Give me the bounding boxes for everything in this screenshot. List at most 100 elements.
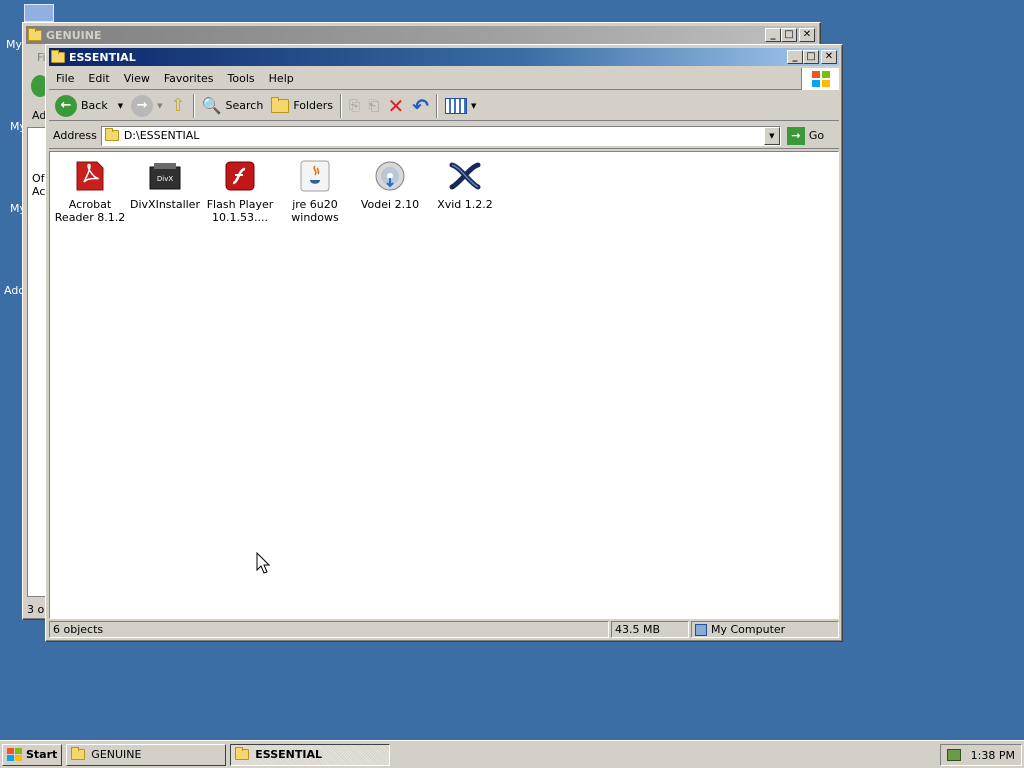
- search-label: Search: [225, 99, 264, 112]
- task-genuine[interactable]: GENUINE: [66, 743, 227, 766]
- go-button[interactable]: → Go: [786, 126, 825, 145]
- file-item-xvid[interactable]: Xvid 1.2.2: [427, 160, 503, 211]
- forward-button[interactable]: → ▼: [127, 93, 166, 119]
- up-folder-icon: ⇧: [170, 95, 186, 116]
- task-essential-label: ESSENTIAL: [255, 748, 323, 761]
- windows-flag-icon: [7, 747, 22, 761]
- status-location: My Computer: [691, 621, 839, 638]
- address-field[interactable]: D:\ESSENTIAL ▼: [100, 125, 781, 146]
- folders-icon: [271, 96, 290, 113]
- flash-icon: [223, 160, 257, 192]
- back-label: Back: [81, 99, 108, 112]
- copy-to-button[interactable]: ⎗: [364, 93, 383, 119]
- vodei-icon: [373, 160, 407, 192]
- start-button[interactable]: Start: [2, 743, 63, 766]
- start-label: Start: [26, 748, 58, 761]
- back-dropdown-icon[interactable]: ▼: [118, 102, 123, 110]
- folder-icon: [71, 747, 86, 760]
- essential-window[interactable]: ESSENTIAL _ □ ✕ File Edit View Favorites…: [45, 44, 843, 642]
- menu-bar: File Edit View Favorites Tools Help: [49, 68, 839, 90]
- search-button[interactable]: 🔍 Search: [198, 93, 268, 119]
- address-label: Address: [53, 129, 97, 142]
- java-icon: [298, 160, 332, 192]
- essential-titlebar[interactable]: ESSENTIAL _ □ ✕: [49, 48, 839, 66]
- views-dropdown-icon: ▼: [470, 101, 477, 110]
- file-item-vodei[interactable]: Vodei 2.10: [352, 160, 428, 211]
- undo-icon: ↶: [412, 93, 429, 118]
- status-size: 43.5 MB: [611, 621, 689, 638]
- delete-button[interactable]: ✕: [383, 93, 408, 119]
- taskbar: Start GENUINE ESSENTIAL 1:38 PM: [0, 740, 1024, 768]
- menu-file[interactable]: File: [49, 70, 81, 87]
- status-location-label: My Computer: [711, 623, 786, 636]
- genuine-item-peek-1: Of: [32, 172, 45, 185]
- back-arrow-icon: ←: [55, 94, 77, 117]
- menu-help[interactable]: Help: [262, 70, 301, 87]
- file-item-acrobat[interactable]: Acrobat Reader 8.1.2: [52, 160, 128, 224]
- my-computer-icon: [695, 623, 707, 636]
- move-to-button[interactable]: ⎘: [345, 93, 364, 119]
- back-button[interactable]: ← Back ▼: [51, 93, 127, 119]
- views-button[interactable]: ▼: [441, 93, 480, 119]
- close-button[interactable]: ✕: [821, 50, 837, 64]
- folders-button[interactable]: Folders: [267, 93, 337, 119]
- toolbar: ← Back ▼ → ▼ ⇧ 🔍 Search Folders ⎘ ⎗ ✕ ↶ …: [49, 91, 839, 121]
- desktop-icon-top[interactable]: [24, 4, 54, 22]
- maximize-button[interactable]: □: [781, 28, 797, 42]
- task-essential[interactable]: ESSENTIAL: [230, 743, 391, 766]
- file-list[interactable]: Acrobat Reader 8.1.2 DivX DivXInstaller …: [49, 151, 839, 619]
- clock[interactable]: 1:38 PM: [971, 749, 1015, 762]
- desktop-label-1[interactable]: My: [6, 38, 22, 51]
- file-label: Xvid 1.2.2: [437, 198, 493, 211]
- network-icon[interactable]: [947, 749, 961, 761]
- separator: [435, 93, 438, 118]
- file-item-divx[interactable]: DivX DivXInstaller: [127, 160, 203, 211]
- mouse-cursor-icon: [256, 552, 270, 574]
- system-tray: 1:38 PM: [940, 744, 1022, 766]
- up-folder-button[interactable]: ⇧: [167, 93, 190, 119]
- undo-button[interactable]: ↶: [408, 93, 433, 119]
- menu-favorites[interactable]: Favorites: [157, 70, 221, 87]
- folder-icon: [235, 747, 250, 760]
- file-label: Vodei 2.10: [360, 198, 420, 211]
- minimize-button[interactable]: _: [787, 50, 803, 64]
- menu-tools[interactable]: Tools: [221, 70, 262, 87]
- svg-text:DivX: DivX: [157, 175, 173, 183]
- file-label: Acrobat Reader 8.1.2: [54, 198, 126, 224]
- genuine-title: GENUINE: [46, 28, 102, 42]
- menu-view[interactable]: View: [117, 70, 157, 87]
- windows-logo-icon: [801, 68, 839, 90]
- folder-icon: [28, 27, 42, 41]
- copy-to-icon: ⎗: [368, 97, 380, 114]
- task-genuine-label: GENUINE: [91, 748, 142, 761]
- search-icon: 🔍: [201, 96, 222, 115]
- close-button[interactable]: ✕: [799, 28, 815, 42]
- go-label: Go: [808, 129, 825, 142]
- file-label: DivXInstaller: [130, 198, 200, 211]
- separator: [340, 93, 343, 118]
- menu-edit[interactable]: Edit: [81, 70, 116, 87]
- move-to-icon: ⎘: [349, 97, 361, 114]
- maximize-button[interactable]: □: [803, 50, 819, 64]
- genuine-item-peek-2: Ac: [32, 185, 46, 198]
- status-bar: 6 objects 43.5 MB My Computer: [49, 620, 839, 639]
- forward-arrow-icon: →: [131, 94, 154, 117]
- folder-icon: [104, 128, 119, 141]
- file-item-jre[interactable]: jre 6u20 windows: [277, 160, 353, 224]
- delete-icon: ✕: [387, 93, 405, 118]
- forward-dropdown-icon[interactable]: ▼: [157, 102, 162, 110]
- address-value: D:\ESSENTIAL: [123, 129, 200, 142]
- genuine-titlebar[interactable]: GENUINE _ □ ✕: [26, 26, 817, 44]
- minimize-button[interactable]: _: [765, 28, 781, 42]
- file-item-flash[interactable]: Flash Player 10.1.53....: [202, 160, 278, 224]
- address-dropdown-button[interactable]: ▼: [763, 126, 780, 145]
- window-title: ESSENTIAL: [69, 50, 136, 64]
- folder-icon: [51, 49, 65, 63]
- views-icon: [444, 97, 467, 114]
- folders-label: Folders: [293, 99, 334, 112]
- file-label: jre 6u20 windows: [291, 198, 339, 224]
- divx-icon: DivX: [148, 160, 182, 192]
- xvid-icon: [448, 160, 482, 192]
- status-objects: 6 objects: [49, 621, 609, 638]
- acrobat-icon: [73, 160, 107, 192]
